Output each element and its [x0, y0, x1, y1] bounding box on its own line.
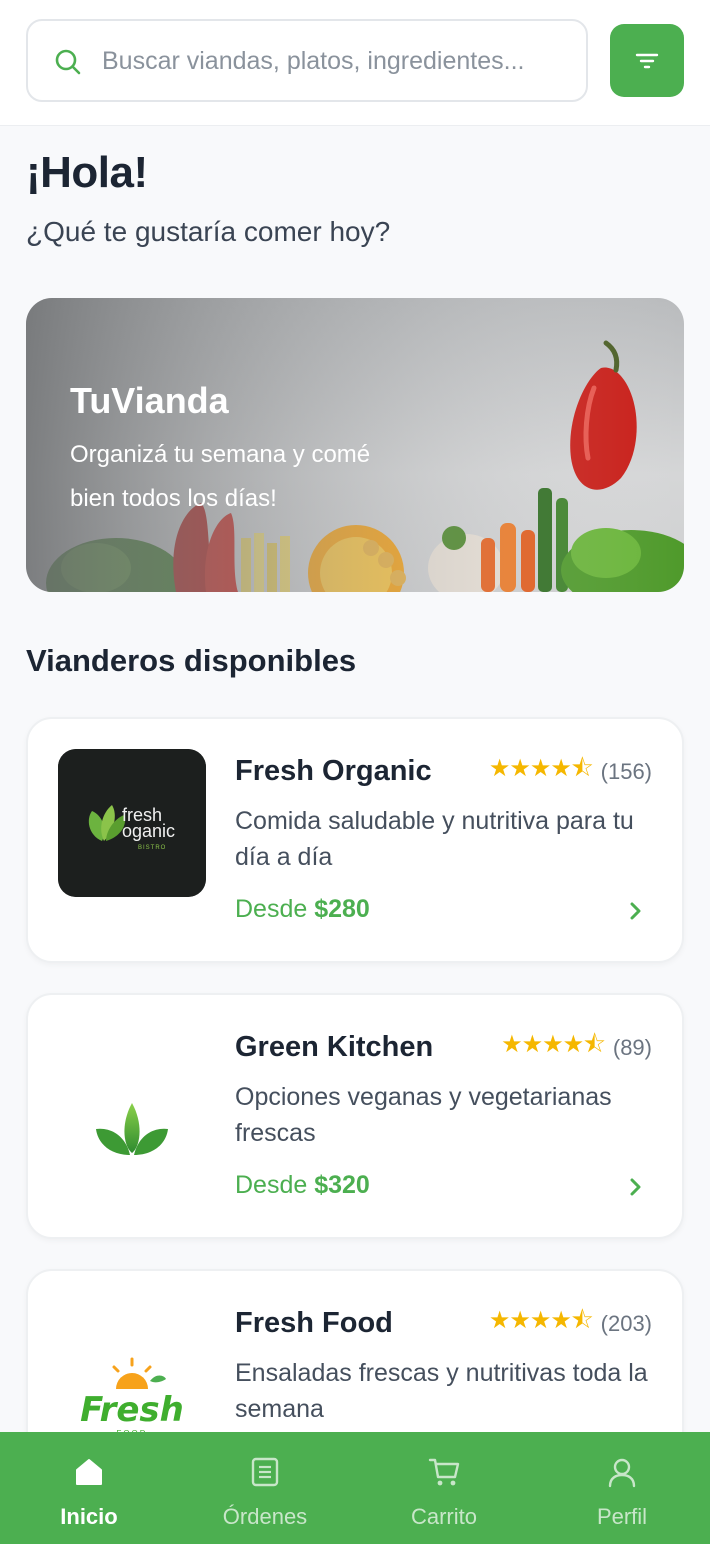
star-rating-icon: ★★★★⯪	[501, 1031, 606, 1058]
vendor-price: Desde $280	[235, 895, 370, 924]
section-title: Vianderos disponibles	[26, 643, 357, 678]
logo-line2: oganic	[122, 821, 175, 841]
vendor-description: Opciones veganas y vegetarianas frescas	[235, 1083, 612, 1147]
review-count: (156)	[600, 758, 652, 784]
filter-icon	[635, 53, 659, 68]
nav-item-perfil[interactable]: Perfil	[533, 1432, 710, 1544]
hero-text: Organizá tu semana y comé bien todos los…	[70, 441, 371, 512]
nav-label: Carrito	[410, 1504, 477, 1529]
fresh-organic-logo: fresh oganic BISTRO	[58, 749, 206, 897]
vendor-rating: ★★★★⯪ (203)	[489, 1303, 652, 1344]
review-count: (203)	[600, 1310, 652, 1336]
greeting-subtitle: ¿Qué te gustaría comer hoy?	[26, 216, 391, 247]
green-kitchen-logo	[96, 1103, 168, 1155]
vendor-rating: ★★★★⯪ (156)	[489, 751, 652, 792]
vendor-name: Fresh Organic	[235, 755, 432, 787]
search-input[interactable]	[102, 35, 572, 87]
search-icon	[55, 49, 81, 75]
price-value: $320	[314, 1171, 370, 1199]
filter-button[interactable]	[610, 24, 684, 97]
top-header	[0, 0, 710, 126]
chevron-right-icon[interactable]	[626, 899, 646, 923]
search-box[interactable]	[26, 19, 588, 102]
vendor-description: Comida saludable y nutritiva para tu día…	[235, 807, 634, 871]
logo-line1: Fresh	[80, 1390, 184, 1430]
vendor-rating: ★★★★⯪ (89)	[501, 1027, 652, 1068]
vendor-price: Desde $320	[235, 1171, 370, 1200]
nav-item-inicio[interactable]: Inicio	[0, 1432, 178, 1544]
price-value: $280	[314, 895, 370, 923]
nav-label: Inicio	[60, 1504, 118, 1529]
chevron-right-icon[interactable]	[626, 1175, 646, 1199]
nav-label: Perfil	[596, 1504, 648, 1529]
vendor-card[interactable]: fresh oganic BISTRO Fresh Organic ★★★★⯪ …	[26, 717, 684, 963]
hero-banner[interactable]: TuVianda Organizá tu semana y comé bien …	[26, 298, 684, 592]
price-prefix: Desde	[235, 895, 308, 923]
nav-label: Órdenes	[222, 1504, 308, 1529]
fresh-food-logo: Fresh FOOD	[80, 1357, 184, 1438]
nav-item-ordenes[interactable]: Órdenes	[176, 1432, 354, 1544]
greeting-title: ¡Hola!	[26, 148, 148, 197]
home-icon	[76, 1459, 102, 1485]
hero-title: TuVianda	[70, 380, 229, 421]
profile-icon	[608, 1458, 636, 1488]
bottom-navigation: Inicio Órdenes Carrito Perfil	[0, 1432, 710, 1544]
vendor-card[interactable]: Green Kitchen ★★★★⯪ (89) Opciones vegana…	[26, 993, 684, 1239]
vendor-description: Ensaladas frescas y nutritivas toda la s…	[235, 1359, 648, 1423]
logo-line3: BISTRO	[138, 845, 166, 851]
review-count: (89)	[612, 1034, 652, 1060]
star-rating-icon: ★★★★⯪	[488, 1307, 594, 1334]
price-prefix: Desde	[235, 1171, 308, 1199]
vendor-name: Fresh Food	[235, 1307, 393, 1339]
orders-icon	[251, 1457, 279, 1487]
star-rating-icon: ★★★★⯪	[488, 755, 594, 782]
cart-icon	[428, 1458, 460, 1486]
app-page: ¡Hola! ¿Qué te gustaría comer hoy?	[0, 0, 710, 1544]
nav-item-carrito[interactable]: Carrito	[355, 1432, 533, 1544]
vendor-name: Green Kitchen	[235, 1031, 434, 1063]
